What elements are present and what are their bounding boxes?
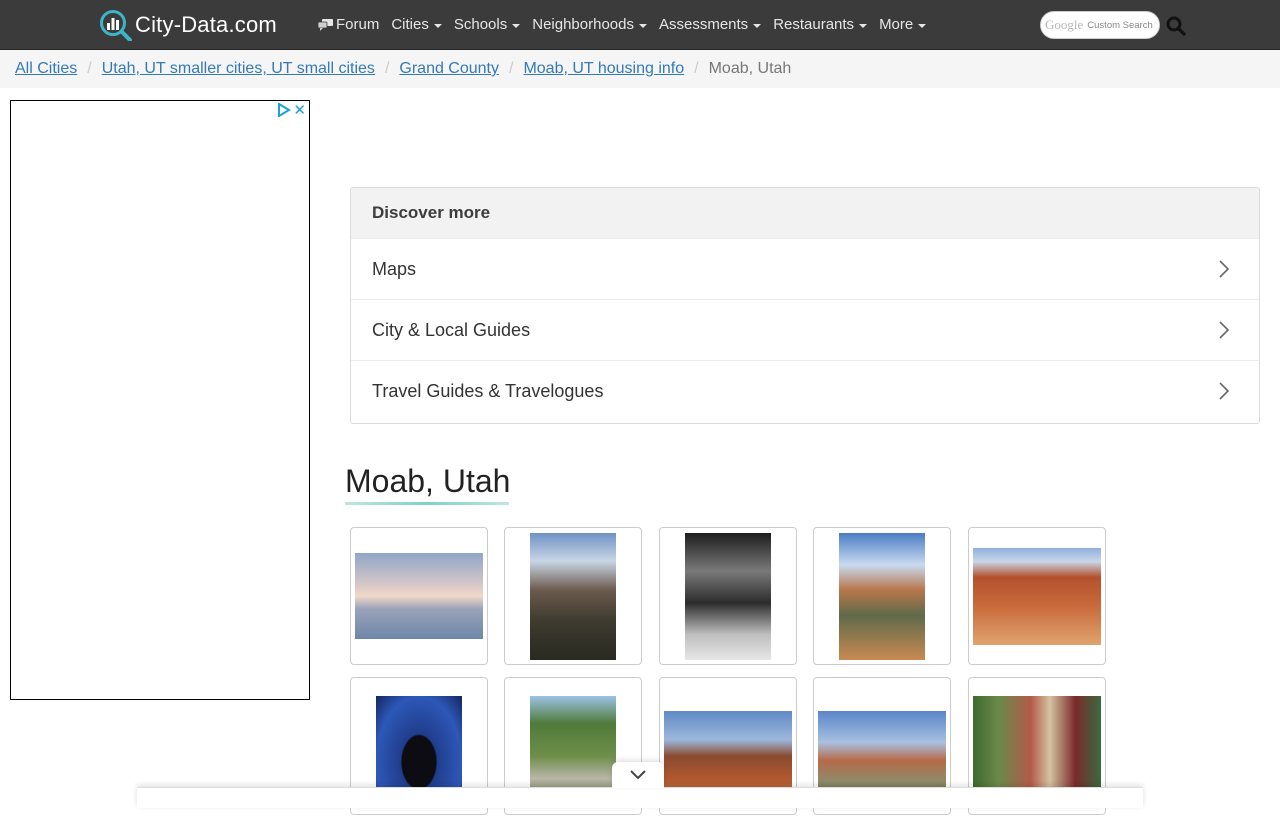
photo-thumb-5[interactable] [968,527,1106,665]
snowy-mountain-photo [355,553,483,639]
nav-restaurants[interactable]: Restaurants [773,16,868,33]
chat-bubbles-icon [318,18,333,31]
breadcrumb-utah[interactable]: Utah, UT smaller cities, UT small cities [102,60,375,78]
chevron-right-icon [1219,321,1229,339]
photo-gallery [350,527,1110,827]
discover-item-travel-guides[interactable]: Travel Guides & Travelogues [351,360,1259,421]
google-label: Google [1045,17,1084,32]
photo-thumb-3[interactable] [659,527,797,665]
breadcrumb-separator: / [694,60,699,77]
discover-item-maps[interactable]: Maps [351,238,1259,299]
caret-down-icon [859,23,868,28]
nav-assessments[interactable]: Assessments [659,16,762,33]
breadcrumb-separator: / [509,60,514,77]
breadcrumb-current: Moab, Utah [708,60,792,77]
chevron-right-icon [1219,382,1229,400]
search-input[interactable]: Google Custom Search [1040,11,1160,39]
breadcrumb: All Cities / Utah, UT smaller cities, UT… [0,50,1280,88]
search-button[interactable] [1166,16,1186,41]
caret-down-icon [918,23,927,28]
site-logo[interactable]: City-Data.com [99,9,277,41]
rock-tower-photo [530,532,616,660]
breadcrumb-grand-county[interactable]: Grand County [399,60,499,78]
breadcrumb-moab-housing[interactable]: Moab, UT housing info [523,60,684,78]
main-nav: Forum Cities Schools Neighborhoods Asses… [318,0,938,49]
close-icon[interactable]: ✕ [293,101,306,119]
magnifier-chart-icon [100,10,132,41]
caret-down-icon [753,23,762,28]
discover-more-panel: Discover more Maps City & Local Guides T… [350,187,1260,424]
logo-text: City-Data.com [135,12,277,37]
nav-more[interactable]: More [879,16,927,33]
discover-more-title: Discover more [351,188,1259,238]
caret-down-icon [512,23,521,28]
chevron-down-icon [630,770,646,780]
nav-forum[interactable]: Forum [318,16,379,33]
breadcrumb-all-cities[interactable]: All Cities [15,60,77,78]
caret-down-icon [433,23,442,28]
adchoices-icon[interactable] [277,103,291,117]
photo-thumb-4[interactable] [813,527,951,665]
custom-search-label: Custom Search [1087,19,1153,31]
discover-item-city-guides[interactable]: City & Local Guides [351,299,1259,360]
chevron-right-icon [1219,260,1229,278]
breadcrumb-separator: / [384,60,390,77]
sticky-ad-bar [137,787,1143,808]
page-title: Moab, Utah [345,463,511,499]
canyon-river-photo [839,532,925,660]
photo-thumb-1[interactable] [350,527,488,665]
photo-thumb-2[interactable] [504,527,642,665]
nav-cities[interactable]: Cities [391,16,442,33]
breadcrumb-separator: / [87,60,92,77]
top-navbar: City-Data.com Forum Cities Schools Neigh… [0,0,1280,50]
nav-neighborhoods[interactable]: Neighborhoods [532,16,647,33]
black-white-arch-photo [685,532,771,660]
collapse-ad-button[interactable] [612,762,664,788]
red-canyon-road-photo [973,547,1101,645]
nav-schools[interactable]: Schools [454,16,521,33]
caret-down-icon [638,23,647,28]
title-underline [345,502,509,505]
search-icon [1166,16,1186,36]
advertisement[interactable]: ✕ [10,100,310,700]
